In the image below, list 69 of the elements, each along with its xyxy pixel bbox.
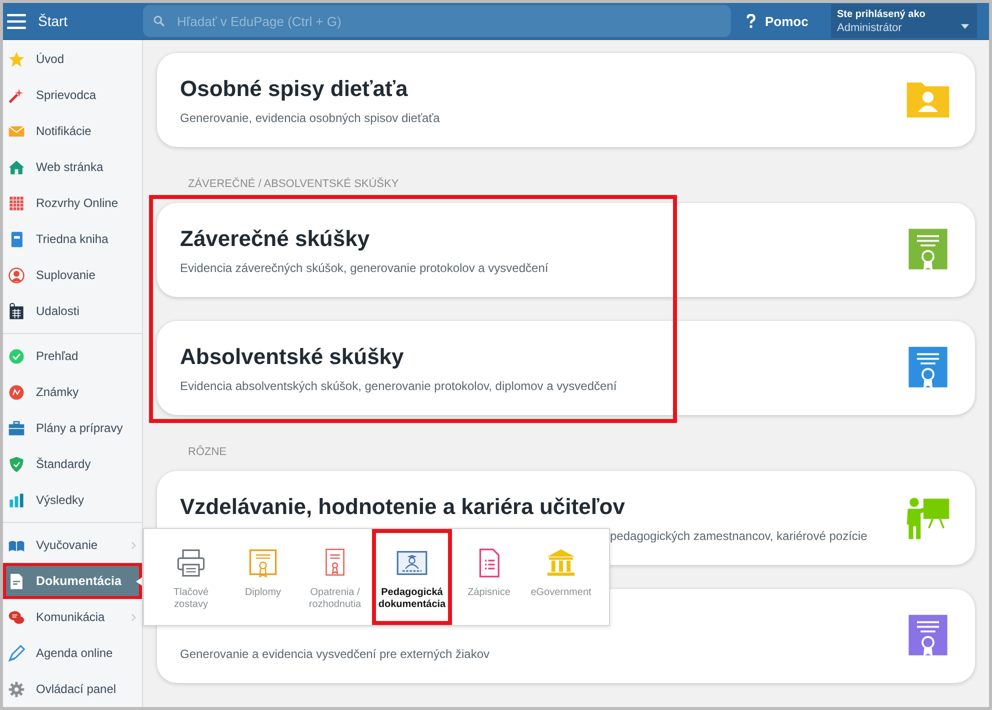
- calendar-grid-icon: [8, 194, 25, 212]
- submenu-label: eGovernment: [530, 587, 592, 598]
- sidebar-item[interactable]: Výsledky: [3, 482, 142, 518]
- house-icon: [8, 158, 25, 176]
- sidebar-item[interactable]: Dokumentácia: [3, 563, 142, 599]
- sidebar-item[interactable]: Komunikácia: [3, 599, 142, 635]
- question-icon: [746, 14, 756, 28]
- card[interactable]: Osobné spisy dieťaťa Generovanie, evidencia osobných spisov dieťaťa: [157, 53, 975, 147]
- shield-icon: [8, 456, 25, 472]
- section-heading: RÔZNE: [187, 444, 228, 460]
- pen-icon: [8, 644, 25, 662]
- briefcase-icon: [8, 420, 25, 436]
- bank-icon: [545, 547, 577, 579]
- gear-icon: [8, 680, 25, 698]
- grade-icon: [8, 384, 25, 400]
- card[interactable]: Záverečné skúšky Evidencia záverečných skúšok, generovanie protokolov a vysvedčení: [157, 203, 975, 297]
- sidebar-item[interactable]: Štandardy: [3, 446, 142, 482]
- submenu-label: Pedagogická dokumentácia: [377, 587, 447, 610]
- card-description: Generovanie a evidencia vysvedčení pre externých žiakov: [180, 646, 491, 660]
- bar-chart-icon: [8, 492, 25, 508]
- sidebar-item[interactable]: Triedna kniha: [3, 221, 142, 257]
- help-label: Pomoc: [765, 14, 808, 28]
- printer-icon: [175, 547, 207, 579]
- search-icon: [153, 15, 165, 27]
- menu-icon[interactable]: [7, 14, 26, 28]
- check-circle-icon: [8, 348, 25, 364]
- submenu-label: Tlačové zostavy: [172, 587, 210, 610]
- star-icon: [8, 50, 25, 68]
- caret-icon: [961, 24, 969, 29]
- submenu-label: Opatrenia / rozhodnutia: [308, 587, 362, 610]
- chevron-right-icon: [131, 612, 136, 622]
- sidebar-item[interactable]: Úvod: [3, 41, 142, 77]
- sidebar-item[interactable]: Udalosti: [3, 293, 142, 329]
- sidebar-item[interactable]: Rozvrhy Online: [3, 185, 142, 221]
- sidebar-item[interactable]: Prehľad: [3, 338, 142, 374]
- user-name: Administrátor: [837, 22, 902, 34]
- sidebar-item[interactable]: Web stránka: [3, 149, 142, 185]
- sidebar-item[interactable]: Suplovanie: [3, 257, 142, 293]
- help-link[interactable]: Pomoc: [746, 14, 828, 28]
- card-title: Záverečné skúšky: [180, 226, 371, 252]
- sidebar-item[interactable]: Vyučovanie: [3, 527, 142, 563]
- sidebar-item[interactable]: Ovládací panel: [3, 671, 142, 707]
- sidebar-item[interactable]: Agenda online: [3, 635, 142, 671]
- card-description: Evidencia absolventských skúšok, generovanie protokolov, diplomov a vysvedčení: [180, 378, 618, 392]
- teacher-board-icon: [904, 495, 952, 541]
- user-dropdown[interactable]: Ste prihlásený ako Administrátor: [831, 4, 977, 38]
- sidebar-item[interactable]: Plány a prípravy: [3, 410, 142, 446]
- user-label: Ste prihlásený ako: [837, 8, 926, 20]
- document-icon: [8, 572, 25, 590]
- card[interactable]: Absolventské skúšky Evidencia absolventských skúšok, generovanie protokolov, diplomov a vysvedčení: [157, 321, 975, 415]
- chat-icon: [8, 608, 25, 626]
- submenu-label: Zápisnice: [468, 587, 510, 598]
- home-link[interactable]: Štart: [38, 13, 143, 29]
- card-description: Evidencia záverečných skúšok, generovanie protokolov a vysvedčení: [180, 260, 550, 274]
- sidebar-item[interactable]: Notifikácie: [3, 113, 142, 149]
- card-title: Vzdelávanie, hodnotenie a kariéra učiteľov: [180, 494, 626, 520]
- card-title: Osobné spisy dieťaťa: [180, 76, 409, 102]
- calendar-icon: [8, 302, 25, 320]
- person-icon: [8, 266, 25, 284]
- submenu-label: Diplomy: [244, 587, 282, 598]
- card-description: pedagogických zamestnancov, kariérové pozície: [609, 528, 868, 542]
- chevron-right-icon: [131, 540, 136, 550]
- section-heading: ZÁVEREČNÉ / ABSOLVENTSKÉ SKÚŠKY: [187, 176, 400, 192]
- sidebar-item[interactable]: Sprievodca: [3, 77, 142, 113]
- diploma-icon: [247, 547, 279, 579]
- magic-wand-icon: [8, 86, 25, 104]
- sidebar-item[interactable]: Známky: [3, 374, 142, 410]
- card-description: Generovanie, evidencia osobných spisov dieťaťa: [180, 110, 441, 124]
- card-title: Absolventské skúšky: [180, 344, 405, 370]
